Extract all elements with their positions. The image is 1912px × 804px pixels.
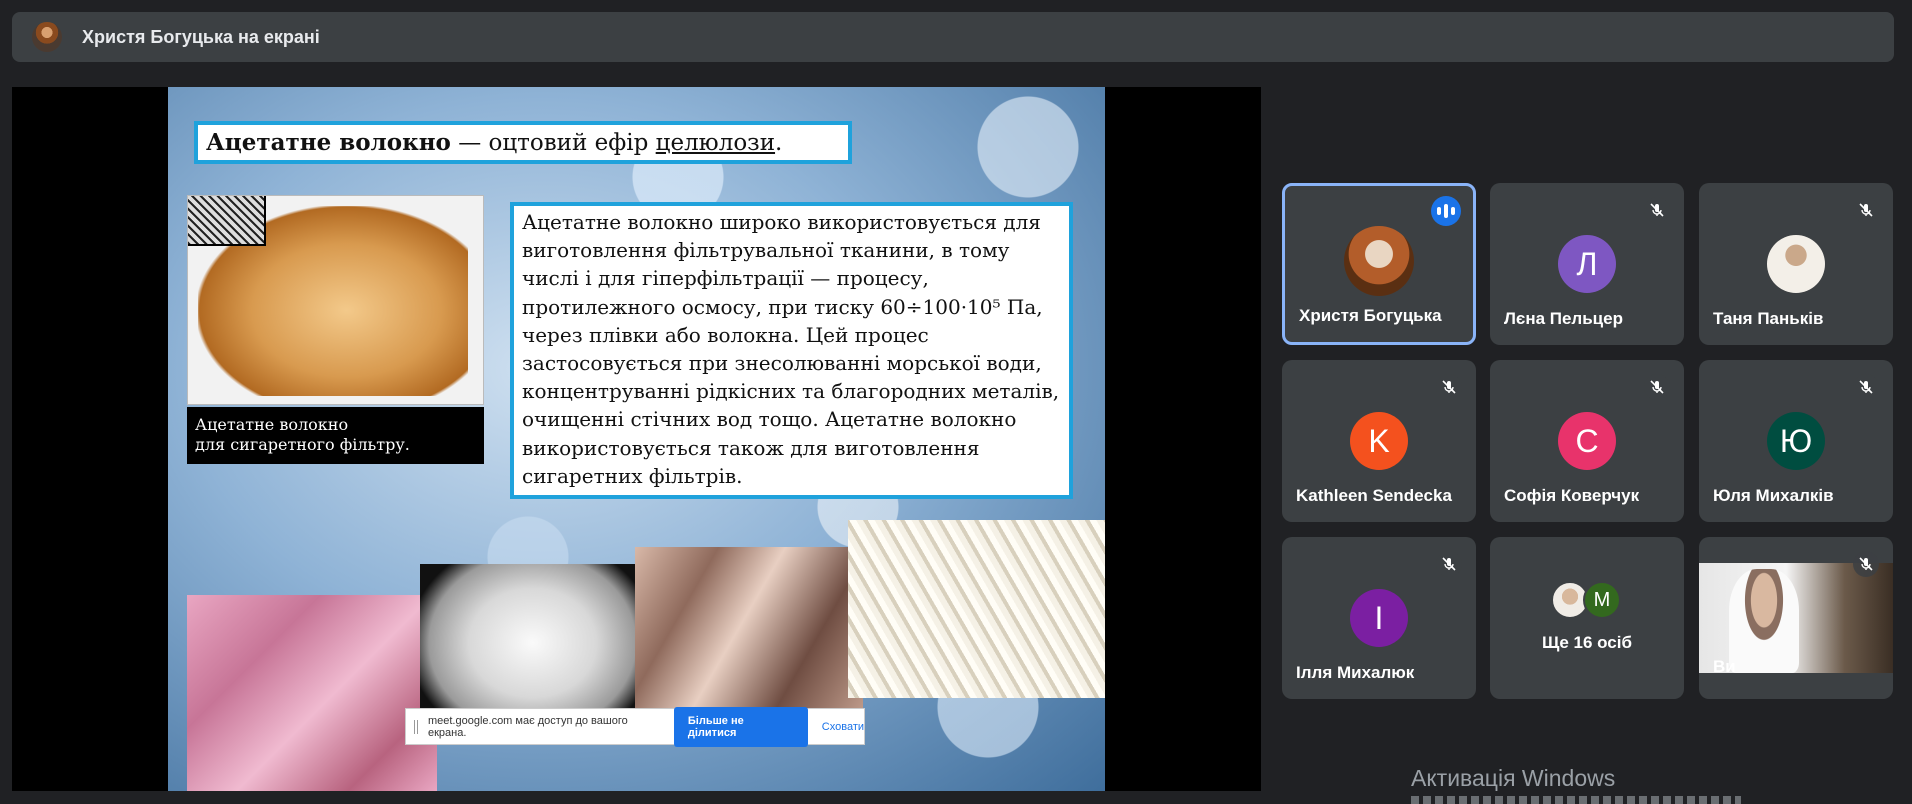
- participant-name: Юля Михалків: [1713, 486, 1834, 505]
- windows-activation-watermark: Активація Windows: [1411, 765, 1616, 791]
- participant-tile-sofia[interactable]: C Софія Коверчук: [1490, 360, 1684, 522]
- photo-caption: Ацетатне волокно для сигаретного фільтру…: [187, 407, 484, 464]
- yarn-image: [848, 520, 1105, 698]
- satin-fabric-image: [635, 547, 863, 732]
- photo-caption-line2: для сигаретного фільтру.: [195, 435, 410, 454]
- self-face-image: [1729, 569, 1799, 673]
- avatar: I: [1350, 589, 1408, 647]
- avatar: Л: [1558, 235, 1616, 293]
- avatar: [1767, 235, 1825, 293]
- hide-notice-button[interactable]: Сховати: [822, 721, 864, 733]
- participant-tile-illia[interactable]: I Ілля Михалюк: [1282, 537, 1476, 699]
- screen-share-area: Ацетатне волокно — оцтовий ефір целюлози…: [12, 87, 1261, 791]
- mic-off-icon: [1853, 551, 1879, 577]
- participant-tile-tanya[interactable]: Таня Паньків: [1699, 183, 1893, 345]
- participant-name: Ви: [1713, 657, 1736, 676]
- presenter-avatar: [32, 22, 62, 52]
- mic-off-icon: [1644, 374, 1670, 400]
- participant-name: Софія Коверчук: [1504, 486, 1640, 505]
- mic-off-icon: [1853, 197, 1879, 223]
- avatar: C: [1558, 412, 1616, 470]
- avatar: Ю: [1767, 412, 1825, 470]
- participant-tile-lena[interactable]: Л Лєна Пельцер: [1490, 183, 1684, 345]
- slide-title: Ацетатне волокно — оцтовий ефір целюлози…: [194, 121, 852, 164]
- presenter-title: Христя Богуцька на екрані: [82, 26, 320, 47]
- slide-title-link: целюлози: [655, 129, 776, 156]
- acetate-fiber-photo: [187, 195, 484, 405]
- avatar: [1344, 226, 1414, 296]
- slide-title-end: .: [775, 129, 783, 156]
- stop-sharing-button[interactable]: Більше не ділитися: [673, 706, 808, 747]
- screen-share-notification: meet.google.com має доступ до вашого екр…: [405, 706, 865, 747]
- self-video-tile[interactable]: Ви: [1699, 537, 1893, 699]
- participant-name: Kathleen Sendecka: [1296, 486, 1452, 505]
- slide-title-bold: Ацетатне волокно: [206, 129, 451, 156]
- participant-tile-kathleen[interactable]: K Kathleen Sendecka: [1282, 360, 1476, 522]
- more-participants-label: Ще 16 осіб: [1542, 633, 1632, 652]
- speaking-indicator-icon: [1431, 196, 1461, 226]
- participant-tile-yulia[interactable]: Ю Юля Михалків: [1699, 360, 1893, 522]
- participant-name: Ілля Михалюк: [1296, 663, 1415, 682]
- avatar: M: [1583, 581, 1621, 619]
- share-notice-text: meet.google.com має доступ до вашого екр…: [427, 714, 628, 739]
- slide-body-text: Ацетатне волокно широко використовується…: [510, 202, 1073, 499]
- participant-name: Таня Паньків: [1713, 309, 1824, 328]
- microscope-inset-image: [188, 196, 266, 246]
- more-participants-avatars: M: [1551, 581, 1621, 619]
- more-participants-tile[interactable]: M Ще 16 осіб: [1490, 537, 1684, 699]
- participant-name: Христя Богуцька: [1299, 306, 1442, 325]
- mic-off-icon: [1644, 197, 1670, 223]
- photo-caption-line1: Ацетатне волокно: [195, 415, 349, 434]
- mic-off-icon: [1436, 551, 1462, 577]
- watermark-subtext: [1411, 796, 1741, 804]
- mic-off-icon: [1436, 374, 1462, 400]
- presentation-slide: Ацетатне волокно — оцтовий ефір целюлози…: [168, 87, 1105, 791]
- drag-handle-icon[interactable]: [414, 719, 418, 734]
- mic-off-icon: [1853, 374, 1879, 400]
- avatar: K: [1350, 412, 1408, 470]
- participant-tile-khrystia[interactable]: Христя Богуцька: [1282, 183, 1476, 345]
- participant-name: Лєна Пельцер: [1504, 309, 1623, 328]
- pink-fabric-image: [187, 595, 437, 791]
- presenter-bar: Христя Богуцька на екрані: [12, 12, 1894, 62]
- slide-title-rest: — оцтовий ефір: [450, 129, 656, 156]
